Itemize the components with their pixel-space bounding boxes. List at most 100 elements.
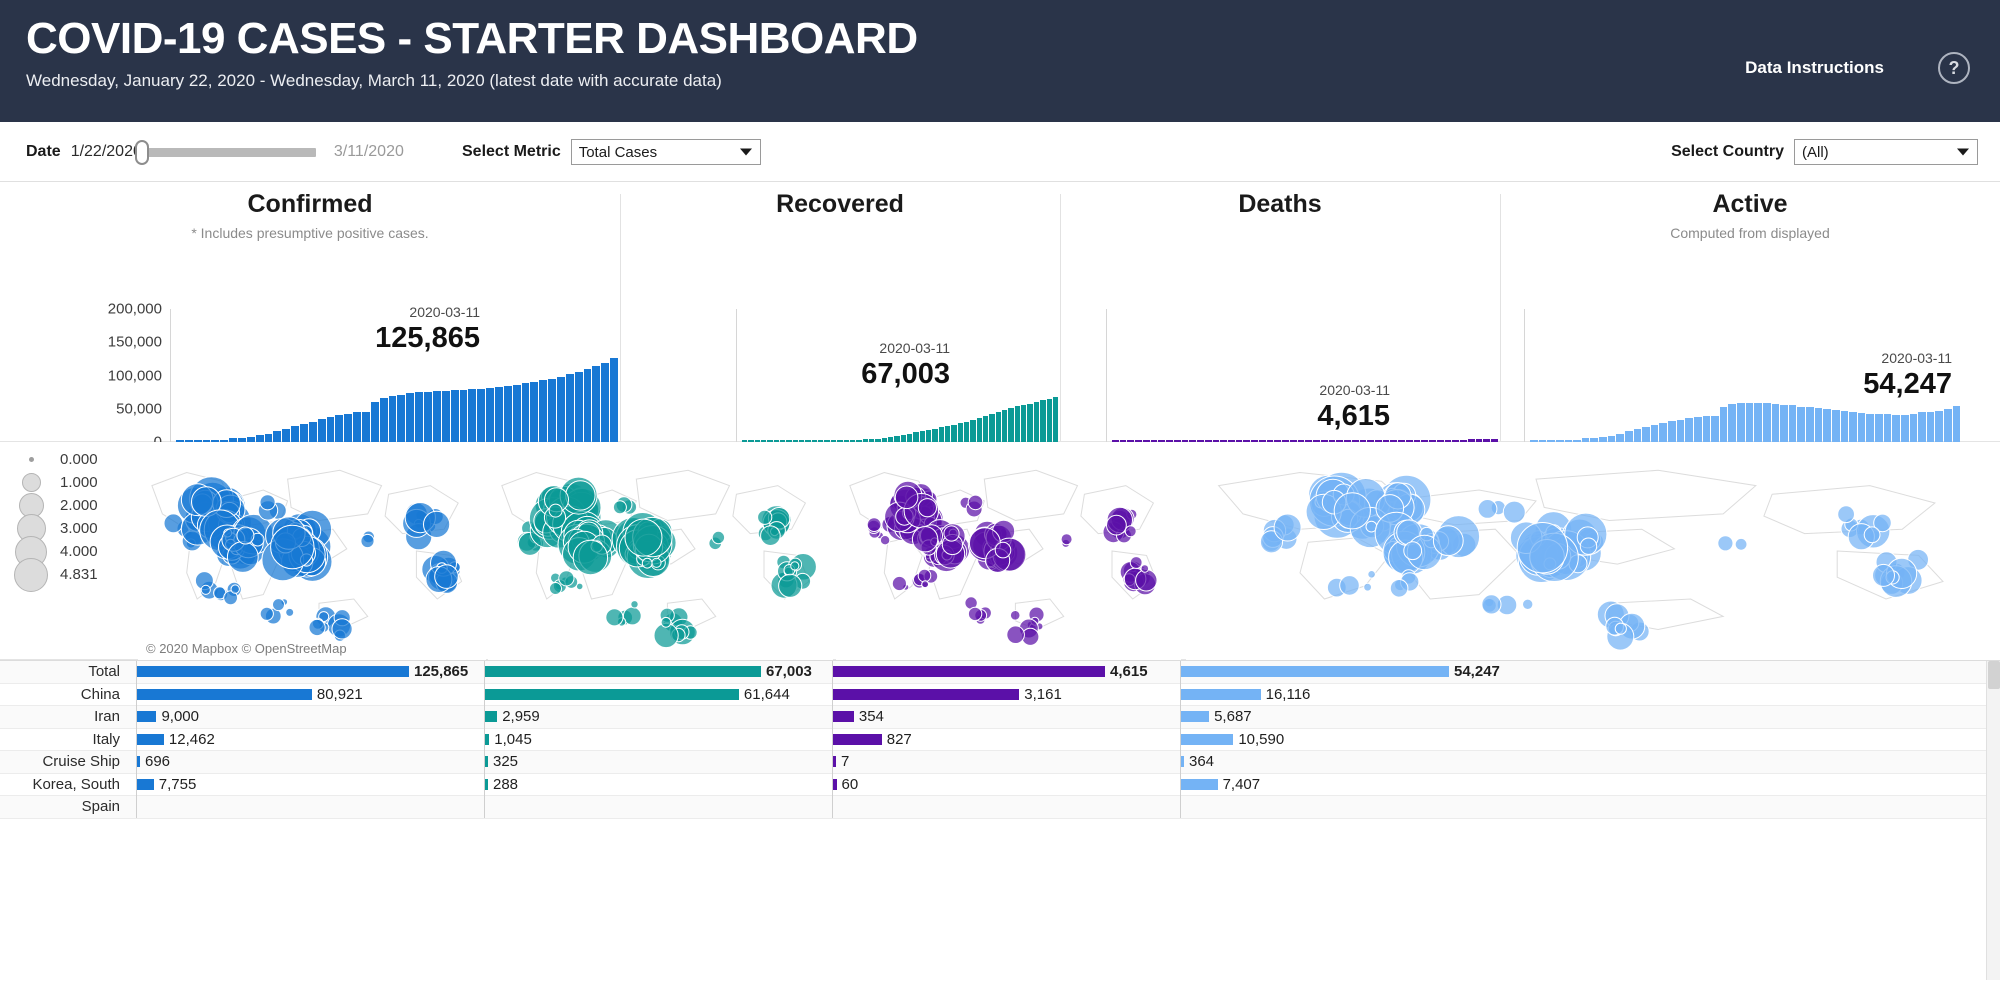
- bar[interactable]: [932, 429, 937, 442]
- bar[interactable]: [1047, 399, 1052, 442]
- table-bar[interactable]: [485, 779, 488, 790]
- bar[interactable]: [920, 431, 925, 442]
- bar[interactable]: [433, 391, 441, 442]
- date-slider-handle[interactable]: [135, 140, 149, 165]
- bar[interactable]: [1694, 417, 1702, 442]
- bar[interactable]: [958, 423, 963, 442]
- bar[interactable]: [1053, 397, 1058, 442]
- date-slider[interactable]: 1/22/2020 3/11/2020: [71, 143, 404, 161]
- table-row[interactable]: China80,92161,6443,16116,116: [0, 684, 2000, 707]
- table-bar[interactable]: [485, 756, 488, 767]
- bar[interactable]: [1737, 403, 1745, 442]
- help-icon[interactable]: ?: [1938, 52, 1970, 84]
- bar[interactable]: [256, 435, 264, 442]
- bar[interactable]: [1884, 414, 1892, 442]
- table-scrollbar-thumb[interactable]: [1988, 661, 2000, 689]
- bar[interactable]: [977, 418, 982, 442]
- country-select[interactable]: (All): [1794, 139, 1978, 165]
- map-confirmed[interactable]: © 2020 Mapbox © OpenStreetMap: [138, 442, 486, 660]
- table-bar[interactable]: [485, 689, 739, 700]
- bar[interactable]: [1040, 400, 1045, 442]
- table-row[interactable]: Spain: [0, 796, 2000, 819]
- bar[interactable]: [522, 383, 530, 442]
- bar[interactable]: [557, 377, 565, 442]
- bar[interactable]: [371, 402, 379, 442]
- bar[interactable]: [291, 426, 299, 442]
- bar[interactable]: [1015, 406, 1020, 442]
- bar[interactable]: [1034, 402, 1039, 442]
- bar[interactable]: [1866, 414, 1874, 442]
- bar[interactable]: [983, 416, 988, 442]
- table-bar[interactable]: [833, 689, 1019, 700]
- bar[interactable]: [1935, 411, 1943, 442]
- bar[interactable]: [1772, 404, 1780, 442]
- bar[interactable]: [996, 412, 1001, 442]
- table-bar[interactable]: [485, 666, 761, 677]
- bar[interactable]: [1806, 407, 1814, 442]
- bar[interactable]: [951, 425, 956, 442]
- bar[interactable]: [539, 380, 547, 442]
- table-bar[interactable]: [1181, 756, 1184, 767]
- bar[interactable]: [451, 390, 459, 442]
- bar[interactable]: [1858, 413, 1866, 442]
- bar[interactable]: [1944, 409, 1952, 442]
- table-bar[interactable]: [833, 666, 1105, 677]
- map-active[interactable]: [1186, 442, 2000, 660]
- bar[interactable]: [1815, 408, 1823, 442]
- bar[interactable]: [1008, 408, 1013, 442]
- table-row[interactable]: Total125,86567,0034,61554,247: [0, 661, 2000, 684]
- bar[interactable]: [442, 391, 450, 442]
- bar[interactable]: [1875, 414, 1883, 442]
- table-bar[interactable]: [1181, 734, 1233, 745]
- bar[interactable]: [566, 374, 574, 442]
- table-bar[interactable]: [1181, 711, 1209, 722]
- bar[interactable]: [1720, 407, 1728, 442]
- table-bar[interactable]: [137, 734, 164, 745]
- bar[interactable]: [1634, 429, 1642, 442]
- table-bar[interactable]: [137, 689, 312, 700]
- table-bar[interactable]: [137, 711, 156, 722]
- bar[interactable]: [610, 358, 618, 442]
- bar[interactable]: [1027, 404, 1032, 442]
- bar[interactable]: [477, 389, 485, 442]
- bar[interactable]: [380, 398, 388, 442]
- bar[interactable]: [362, 412, 370, 442]
- bar[interactable]: [970, 420, 975, 442]
- bar[interactable]: [1953, 406, 1961, 442]
- table-row[interactable]: Iran9,0002,9593545,687: [0, 706, 2000, 729]
- table-bar[interactable]: [833, 756, 836, 767]
- bar[interactable]: [1927, 412, 1935, 442]
- table-row[interactable]: Korea, South7,755288607,407: [0, 774, 2000, 797]
- table-bar[interactable]: [1181, 779, 1218, 790]
- bar[interactable]: [460, 390, 468, 443]
- data-instructions-link[interactable]: Data Instructions: [1745, 58, 1884, 78]
- bar[interactable]: [504, 386, 512, 442]
- bar[interactable]: [1651, 425, 1659, 442]
- bar[interactable]: [415, 392, 423, 442]
- bar[interactable]: [989, 414, 994, 442]
- bar[interactable]: [601, 363, 609, 442]
- table-row[interactable]: Italy12,4621,04582710,590: [0, 729, 2000, 752]
- bar[interactable]: [1918, 412, 1926, 442]
- bar[interactable]: [1841, 411, 1849, 442]
- bar[interactable]: [575, 372, 583, 442]
- bar[interactable]: [584, 369, 592, 442]
- bar[interactable]: [1659, 423, 1667, 442]
- bar[interactable]: [592, 366, 600, 442]
- bar[interactable]: [1832, 410, 1840, 442]
- bar[interactable]: [1823, 409, 1831, 442]
- map-deaths[interactable]: [836, 442, 1181, 660]
- bar[interactable]: [335, 415, 343, 442]
- bar[interactable]: [1746, 403, 1754, 442]
- bar[interactable]: [926, 430, 931, 442]
- bar[interactable]: [1703, 416, 1711, 442]
- bar[interactable]: [389, 396, 397, 442]
- table-scrollbar[interactable]: [1986, 661, 2000, 980]
- bar[interactable]: [939, 427, 944, 442]
- bar[interactable]: [344, 414, 352, 442]
- bar[interactable]: [424, 392, 432, 442]
- bar[interactable]: [964, 422, 969, 442]
- bar[interactable]: [945, 426, 950, 442]
- bar[interactable]: [486, 388, 494, 442]
- bar[interactable]: [1797, 407, 1805, 442]
